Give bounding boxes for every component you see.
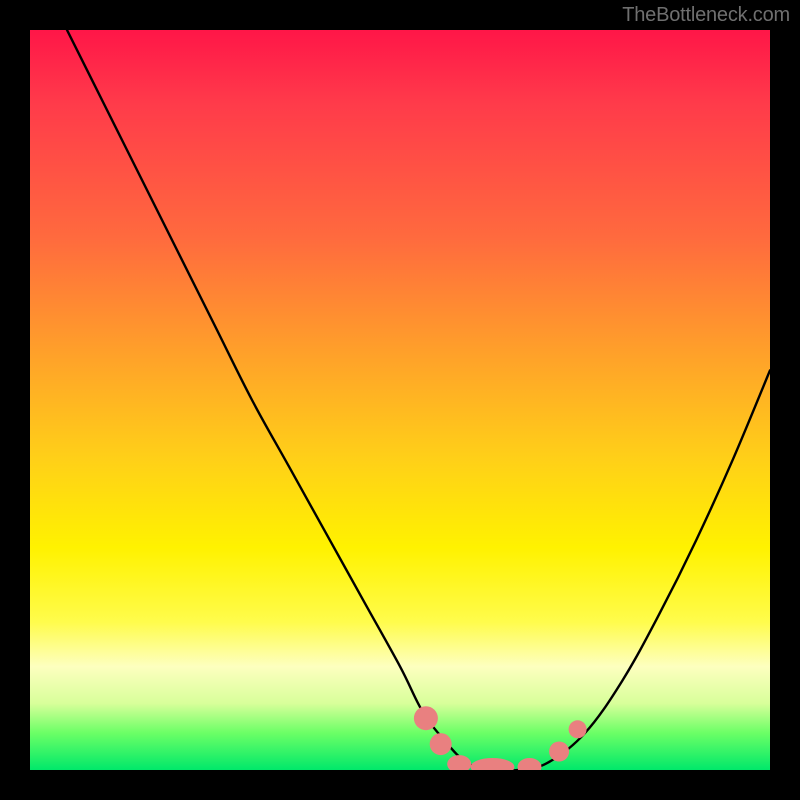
highlighted-points xyxy=(414,706,587,770)
chart-container: TheBottleneck.com xyxy=(0,0,800,800)
watermark-text: TheBottleneck.com xyxy=(622,4,790,27)
marker-point xyxy=(549,742,569,762)
bottleneck-curve xyxy=(67,30,770,770)
marker-point xyxy=(471,758,515,770)
marker-point xyxy=(430,733,452,755)
plot-area xyxy=(30,30,770,770)
marker-point xyxy=(447,755,471,770)
marker-point xyxy=(518,758,542,770)
curve-svg xyxy=(30,30,770,770)
marker-point xyxy=(569,720,587,738)
marker-point xyxy=(414,706,438,730)
